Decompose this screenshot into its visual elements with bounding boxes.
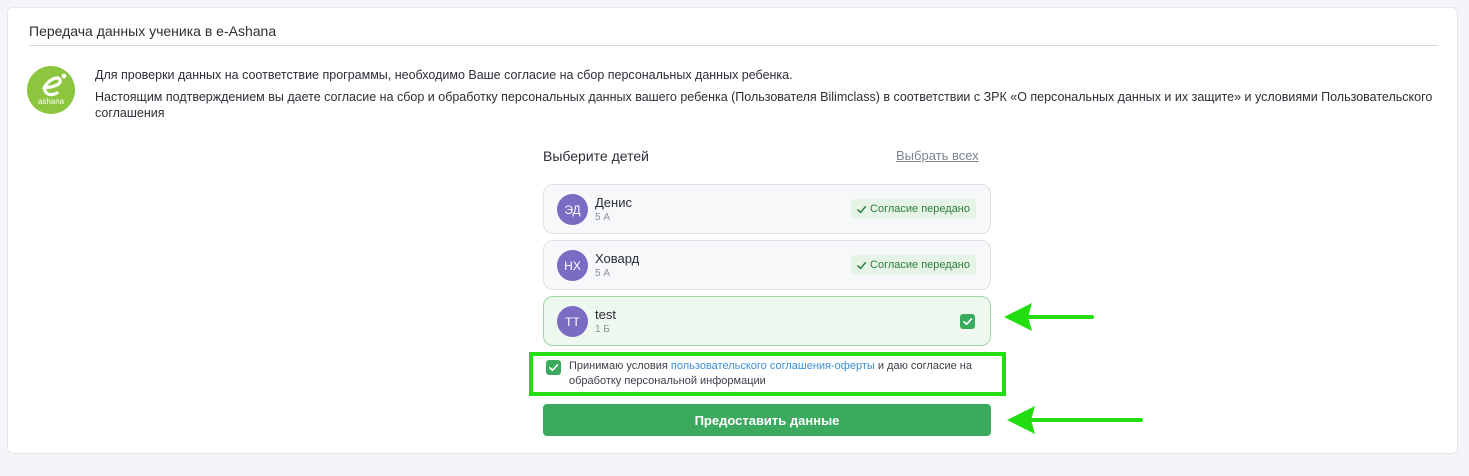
checkmark-icon bbox=[857, 261, 867, 269]
title-divider bbox=[29, 45, 1438, 46]
status-badge: Согласие передано bbox=[851, 199, 976, 219]
status-text: Согласие передано bbox=[870, 203, 970, 215]
child-select-checkbox[interactable] bbox=[960, 314, 975, 329]
child-card-denis[interactable]: ЭД Денис 5 А Согласие передано bbox=[543, 184, 991, 234]
arrow-left-icon bbox=[1004, 303, 1094, 331]
select-children-title: Выберите детей bbox=[543, 148, 649, 164]
user-agreement-link[interactable]: пользовательского соглашения-оферты bbox=[671, 360, 875, 372]
agreement-checkbox[interactable] bbox=[546, 360, 561, 375]
child-class: 5 А bbox=[595, 212, 611, 223]
child-card-howard[interactable]: НХ Ховард 5 А Согласие передано bbox=[543, 240, 991, 290]
checkmark-icon bbox=[857, 205, 867, 213]
arrow-left-icon bbox=[1007, 406, 1143, 434]
logo-text: ashana bbox=[37, 97, 65, 106]
e-ashana-logo-icon: ashana bbox=[27, 66, 75, 114]
select-all-link[interactable]: Выбрать всех bbox=[896, 148, 979, 163]
status-badge: Согласие передано bbox=[851, 255, 976, 275]
checkbox-checked-icon bbox=[963, 318, 973, 326]
consent-card: Передача данных ученика в e-Ashana ashan… bbox=[7, 7, 1458, 454]
child-name: Ховард bbox=[595, 251, 640, 266]
agreement-text: Принимаю условия пользовательского согла… bbox=[569, 359, 994, 389]
submit-data-button[interactable]: Предоставить данные bbox=[543, 404, 991, 436]
child-name: Денис bbox=[595, 195, 632, 210]
checkbox-checked-icon bbox=[549, 364, 559, 372]
info-text-line1: Для проверки данных на соответствие прог… bbox=[95, 68, 793, 82]
panel-title: Передача данных ученика в e-Ashana bbox=[29, 23, 277, 39]
avatar: ЭД bbox=[557, 194, 588, 225]
agreement-text-before: Принимаю условия bbox=[569, 360, 671, 372]
child-class: 5 А bbox=[595, 268, 611, 279]
avatar: TT bbox=[557, 306, 588, 337]
avatar: НХ bbox=[557, 250, 588, 281]
child-name: test bbox=[595, 307, 616, 322]
child-class: 1 Б bbox=[595, 324, 610, 335]
child-card-test[interactable]: TT test 1 Б bbox=[543, 296, 991, 346]
info-text-line2: Настоящим подтверждением вы даете соглас… bbox=[95, 90, 1433, 120]
status-text: Согласие передано bbox=[870, 259, 970, 271]
